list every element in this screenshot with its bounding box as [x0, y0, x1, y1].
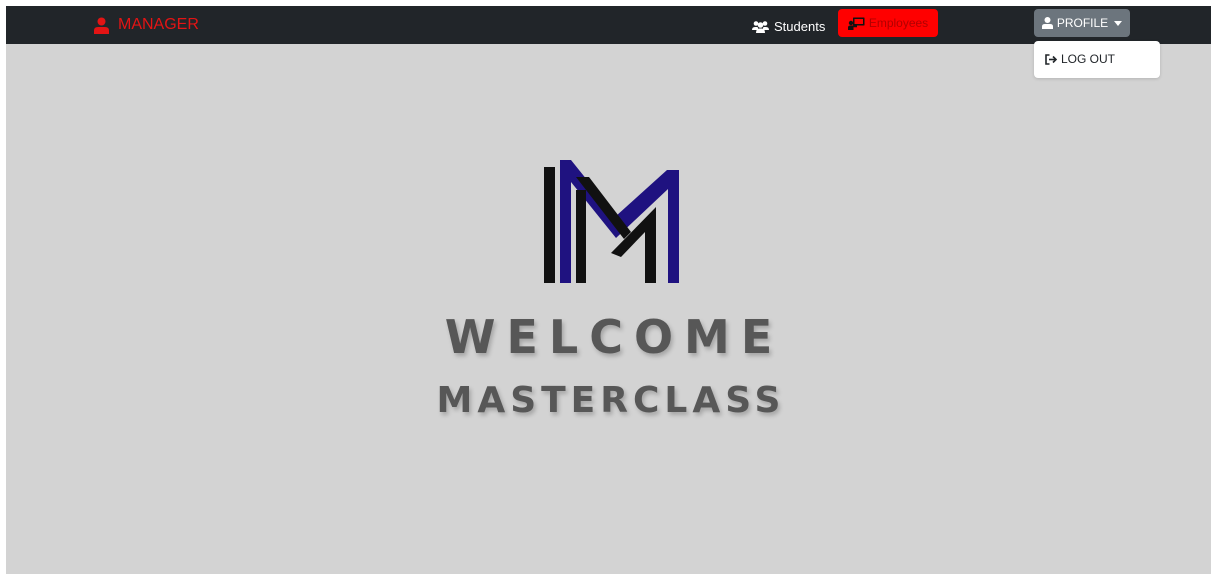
- masterclass-logo: [544, 160, 679, 283]
- caret-down-icon: [1114, 20, 1123, 26]
- app-frame: MANAGER Students Employees PROFILE LOG O…: [6, 6, 1211, 574]
- sign-out-icon: [1045, 53, 1058, 65]
- logout-menu-item[interactable]: LOG OUT: [1045, 48, 1115, 70]
- profile-dropdown-button[interactable]: PROFILE: [1034, 9, 1130, 37]
- masterclass-subtitle: MASTERCLASS: [436, 380, 786, 421]
- users-icon: [752, 20, 769, 33]
- brand-label: MANAGER: [118, 16, 199, 33]
- top-navbar: MANAGER Students Employees PROFILE: [6, 6, 1211, 44]
- user-icon: [1041, 17, 1053, 29]
- profile-label: PROFILE: [1056, 16, 1109, 30]
- profile-dropdown-menu: LOG OUT: [1034, 41, 1160, 78]
- welcome-heading: WELCOME: [444, 310, 784, 364]
- nav-employees-link[interactable]: Employees: [838, 9, 938, 37]
- nav-students-label: Students: [774, 18, 826, 34]
- user-icon: [94, 17, 109, 34]
- chalkboard-teacher-icon: [847, 17, 865, 30]
- nav-students-link[interactable]: Students: [752, 14, 825, 38]
- brand-link[interactable]: MANAGER: [94, 6, 199, 44]
- logout-label: LOG OUT: [1061, 52, 1116, 66]
- nav-employees-label: Employees: [868, 16, 929, 30]
